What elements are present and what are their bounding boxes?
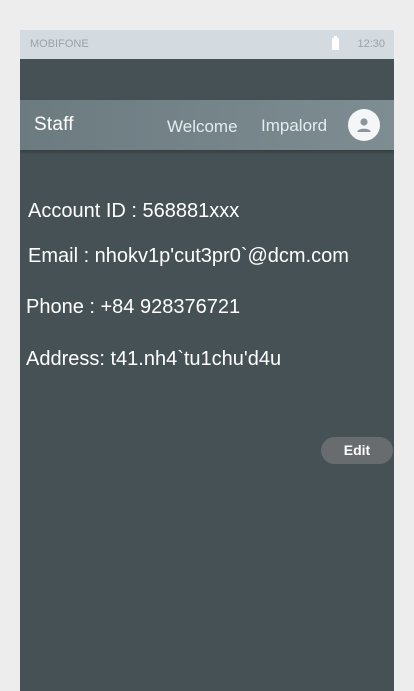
account-id-text: Account ID : 568881xxx xyxy=(28,200,240,222)
address-text: Address: t41.nh4`tu1chu'd4u xyxy=(26,348,282,370)
phone-frame: MOBIFONE 12:30 Staff Welcome Impalord Ac… xyxy=(20,30,394,691)
edit-button[interactable]: Edit xyxy=(321,437,393,464)
email-text: Email : nhokv1p'cut3pr0`@dcm.com xyxy=(28,245,349,267)
phone-text: Phone : +84 928376721 xyxy=(26,296,241,318)
welcome-label: Welcome xyxy=(167,117,238,136)
page-title: Staff xyxy=(34,114,74,135)
battery-icon xyxy=(332,36,339,50)
avatar[interactable] xyxy=(348,109,380,141)
person-icon xyxy=(357,118,371,132)
username-label: Impalord xyxy=(261,116,328,135)
app-bar: Staff Welcome Impalord xyxy=(20,100,394,150)
carrier-name: MOBIFONE xyxy=(30,38,89,50)
status-time: 12:30 xyxy=(357,38,385,50)
status-bar: MOBIFONE 12:30 xyxy=(20,30,394,59)
